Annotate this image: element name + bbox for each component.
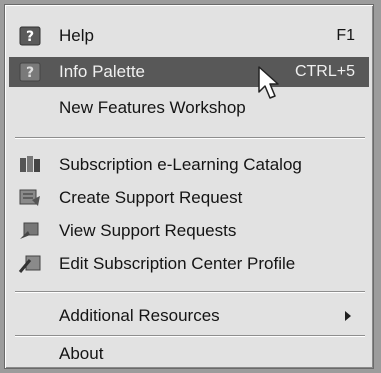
menu-separator — [15, 335, 365, 337]
help-icon: ? — [17, 25, 43, 47]
menu-item-about[interactable]: About — [9, 339, 369, 369]
menu-item-label: New Features Workshop — [59, 98, 246, 117]
svg-text:?: ? — [26, 29, 34, 45]
menu-item-edit-profile[interactable]: Edit Subscription Center Profile — [9, 249, 369, 279]
mouse-cursor-icon — [258, 66, 279, 99]
view-requests-icon — [17, 220, 43, 242]
menu-item-label: Create Support Request — [59, 188, 243, 207]
menu-item-label: About — [59, 344, 104, 363]
help-icon: ? — [17, 61, 43, 83]
menu-separator — [15, 137, 365, 139]
catalog-icon — [17, 154, 43, 176]
menu-item-info-palette[interactable]: ? Info Palette CTRL+5 — [9, 57, 369, 87]
menu-item-label: View Support Requests — [59, 221, 237, 240]
menu-item-shortcut: F1 — [336, 27, 355, 44]
menu-separator — [15, 291, 365, 293]
svg-text:?: ? — [26, 65, 34, 81]
menu-item-create-support-request[interactable]: Create Support Request — [9, 183, 369, 213]
menu-item-subscription-catalog[interactable]: Subscription e-Learning Catalog — [9, 150, 369, 180]
menu-item-additional-resources[interactable]: Additional Resources — [9, 301, 369, 331]
help-menu: ? Help F1 ? Info Palette CTRL+5 New Feat… — [4, 4, 374, 369]
menu-item-help[interactable]: ? Help F1 — [9, 21, 369, 51]
menu-item-label: Additional Resources — [59, 306, 220, 325]
menu-item-label: Info Palette — [59, 62, 146, 81]
menu-item-view-support-requests[interactable]: View Support Requests — [9, 216, 369, 246]
menu-item-label: Subscription e-Learning Catalog — [59, 155, 302, 174]
profile-icon — [17, 253, 43, 275]
menu-item-new-features-workshop[interactable]: New Features Workshop — [9, 93, 369, 123]
menu-item-label: Help — [59, 26, 94, 45]
submenu-arrow-icon — [345, 311, 351, 321]
menu-item-label: Edit Subscription Center Profile — [59, 254, 296, 273]
menu-item-shortcut: CTRL+5 — [294, 63, 355, 80]
support-request-icon — [17, 187, 43, 209]
